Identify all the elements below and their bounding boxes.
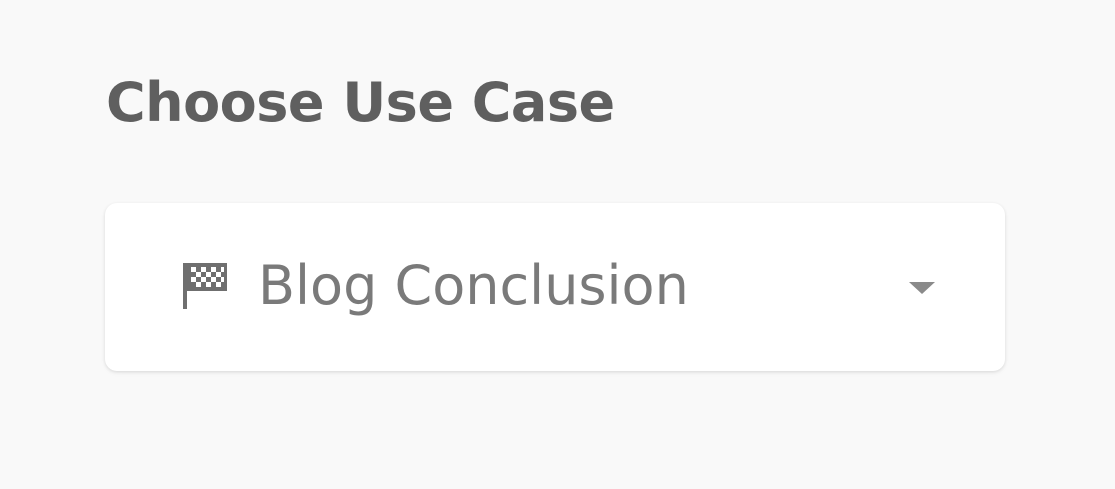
section-title: Choose Use Case [106, 71, 615, 134]
caret-down-icon[interactable] [907, 280, 937, 296]
checkered-flag-icon [183, 263, 227, 309]
selected-use-case-label: Blog Conclusion [258, 254, 689, 317]
use-case-select[interactable]: Blog Conclusion [105, 203, 1005, 371]
use-case-page: Choose Use Case Blog Conclusion [0, 0, 1115, 489]
